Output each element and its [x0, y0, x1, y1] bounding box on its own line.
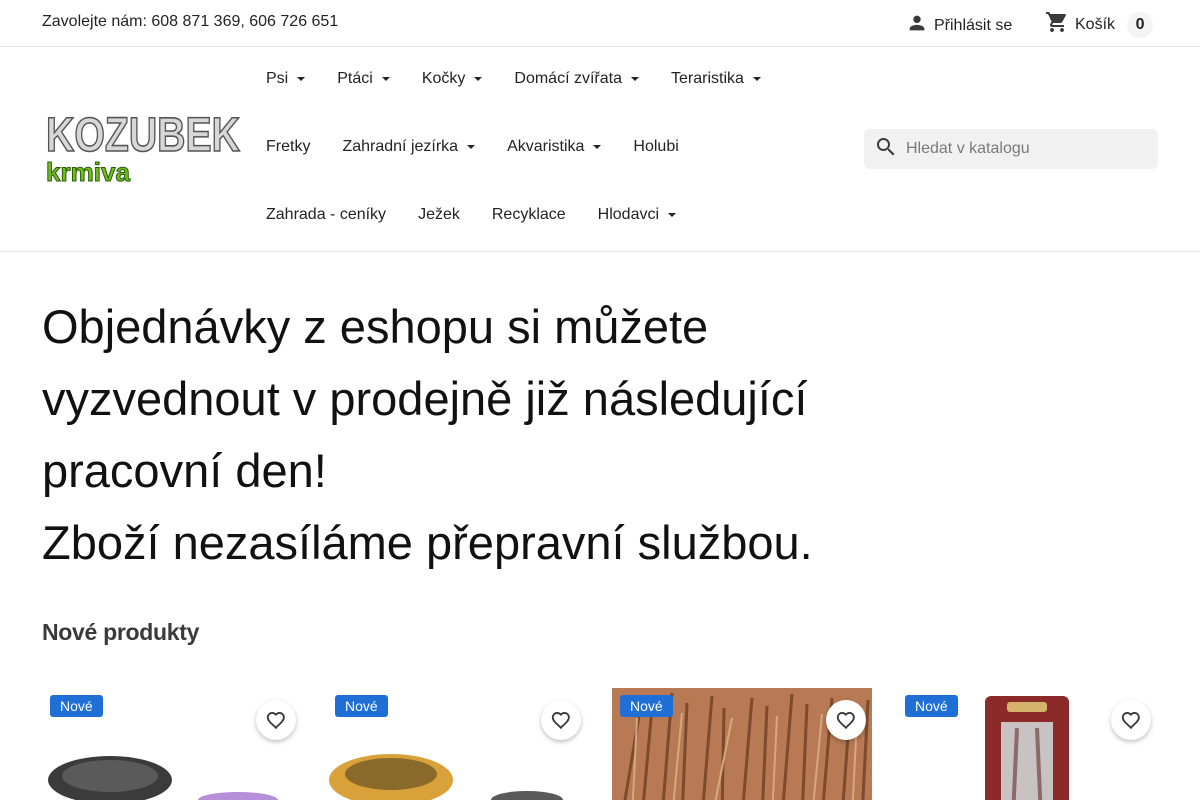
nav-item-zahradni-jezirka[interactable]: Zahradní jezírka	[342, 138, 476, 156]
nav-item-akvaristika[interactable]: Akvaristika	[507, 138, 602, 156]
nav-label: Psi	[266, 70, 289, 87]
search-icon[interactable]	[864, 135, 898, 164]
product-card[interactable]: Nové	[42, 688, 302, 800]
new-badge: Nové	[620, 695, 673, 717]
caret-down-icon	[630, 77, 639, 81]
cart-count-badge: 0	[1127, 11, 1154, 38]
login-label: Přihlásit se	[934, 16, 1013, 34]
nav-item-ptaci[interactable]: Ptáci	[337, 70, 390, 88]
nav-label: Teraristika	[670, 70, 744, 87]
nav-item-zahrada-ceniky[interactable]: Zahrada - ceníky	[266, 206, 386, 224]
nav-item-jezek[interactable]: Ježek	[418, 206, 460, 224]
nav-item-hlodavci[interactable]: Hlodavci	[597, 206, 677, 224]
nav-label: Holubi	[633, 138, 679, 155]
nav-label: Hlodavci	[597, 206, 660, 223]
nav-label: Recyklace	[491, 206, 566, 223]
heart-icon[interactable]	[826, 700, 866, 740]
nav-item-psi[interactable]: Psi	[266, 70, 306, 88]
nav-item-holubi[interactable]: Holubi	[633, 138, 678, 156]
nav-label: Zahradní jezírka	[342, 138, 459, 155]
nav-item-recyklace[interactable]: Recyklace	[492, 206, 566, 224]
caret-down-icon	[668, 213, 677, 217]
nav-label: Zahrada - ceníky	[266, 206, 387, 223]
site-header: KOZUBEK krmiva Psi Ptáci Kočky Domácí zv…	[0, 47, 1200, 252]
notice-line: Objednávky z eshopu si můžete	[42, 300, 709, 353]
notice-line: pracovní den!	[42, 444, 327, 497]
nav-item-domaci-zvirata[interactable]: Domácí zvířata	[514, 70, 639, 88]
new-products-title: Nové produkty	[42, 619, 200, 645]
nav-item-kocky[interactable]: Kočky	[422, 70, 483, 88]
new-badge: Nové	[335, 695, 388, 717]
product-card[interactable]: Nové	[897, 688, 1157, 800]
pickup-notice: Objednávky z eshopu si můžete vyzvednout…	[42, 291, 942, 579]
heart-icon[interactable]	[1111, 700, 1151, 740]
top-bar: Zavolejte nám: 608 871 369, 606 726 651 …	[0, 0, 1200, 47]
login-link[interactable]: Přihlásit se	[906, 12, 1012, 39]
cart-label: Košík	[1075, 15, 1116, 33]
site-logo[interactable]: KOZUBEK krmiva	[44, 107, 244, 187]
heart-icon[interactable]	[256, 700, 296, 740]
product-card[interactable]: Nové	[612, 688, 872, 800]
caret-down-icon	[474, 77, 483, 81]
nav-item-teraristika[interactable]: Teraristika	[671, 70, 761, 88]
logo-text-main: KOZUBEK	[46, 109, 240, 162]
cart-link[interactable]: Košík 0	[1045, 10, 1154, 39]
nav-label: Domácí zvířata	[514, 70, 622, 87]
new-badge: Nové	[50, 695, 103, 717]
heart-icon[interactable]	[541, 700, 581, 740]
caret-down-icon	[297, 77, 306, 81]
main-nav-row-1: Psi Ptáci Kočky Domácí zvířata Teraristi…	[266, 70, 793, 88]
main-nav-row-2: Fretky Zahradní jezírka Akvaristika Holu…	[266, 138, 711, 156]
user-icon	[906, 12, 928, 39]
nav-label: Fretky	[266, 138, 311, 155]
cart-icon	[1045, 10, 1069, 39]
main-nav-row-3: Zahrada - ceníky Ježek Recyklace Hlodavc…	[266, 206, 708, 224]
caret-down-icon	[593, 145, 602, 149]
search-box	[864, 129, 1158, 169]
search-input[interactable]	[906, 140, 1146, 158]
nav-label: Akvaristika	[507, 138, 585, 155]
caret-down-icon	[752, 77, 761, 81]
nav-label: Ptáci	[337, 70, 373, 87]
product-card[interactable]: Nové	[327, 688, 587, 800]
logo-text-sub: krmiva	[46, 157, 131, 187]
contact-phone: Zavolejte nám: 608 871 369, 606 726 651	[42, 13, 339, 30]
caret-down-icon	[467, 145, 476, 149]
notice-line: vyzvednout v prodejně již následující	[42, 372, 808, 425]
caret-down-icon	[381, 77, 390, 81]
notice-line: Zboží nezasíláme přepravní službou.	[42, 516, 813, 569]
nav-label: Ježek	[418, 206, 460, 223]
nav-label: Kočky	[421, 70, 466, 87]
new-badge: Nové	[905, 695, 958, 717]
nav-item-fretky[interactable]: Fretky	[266, 138, 310, 156]
